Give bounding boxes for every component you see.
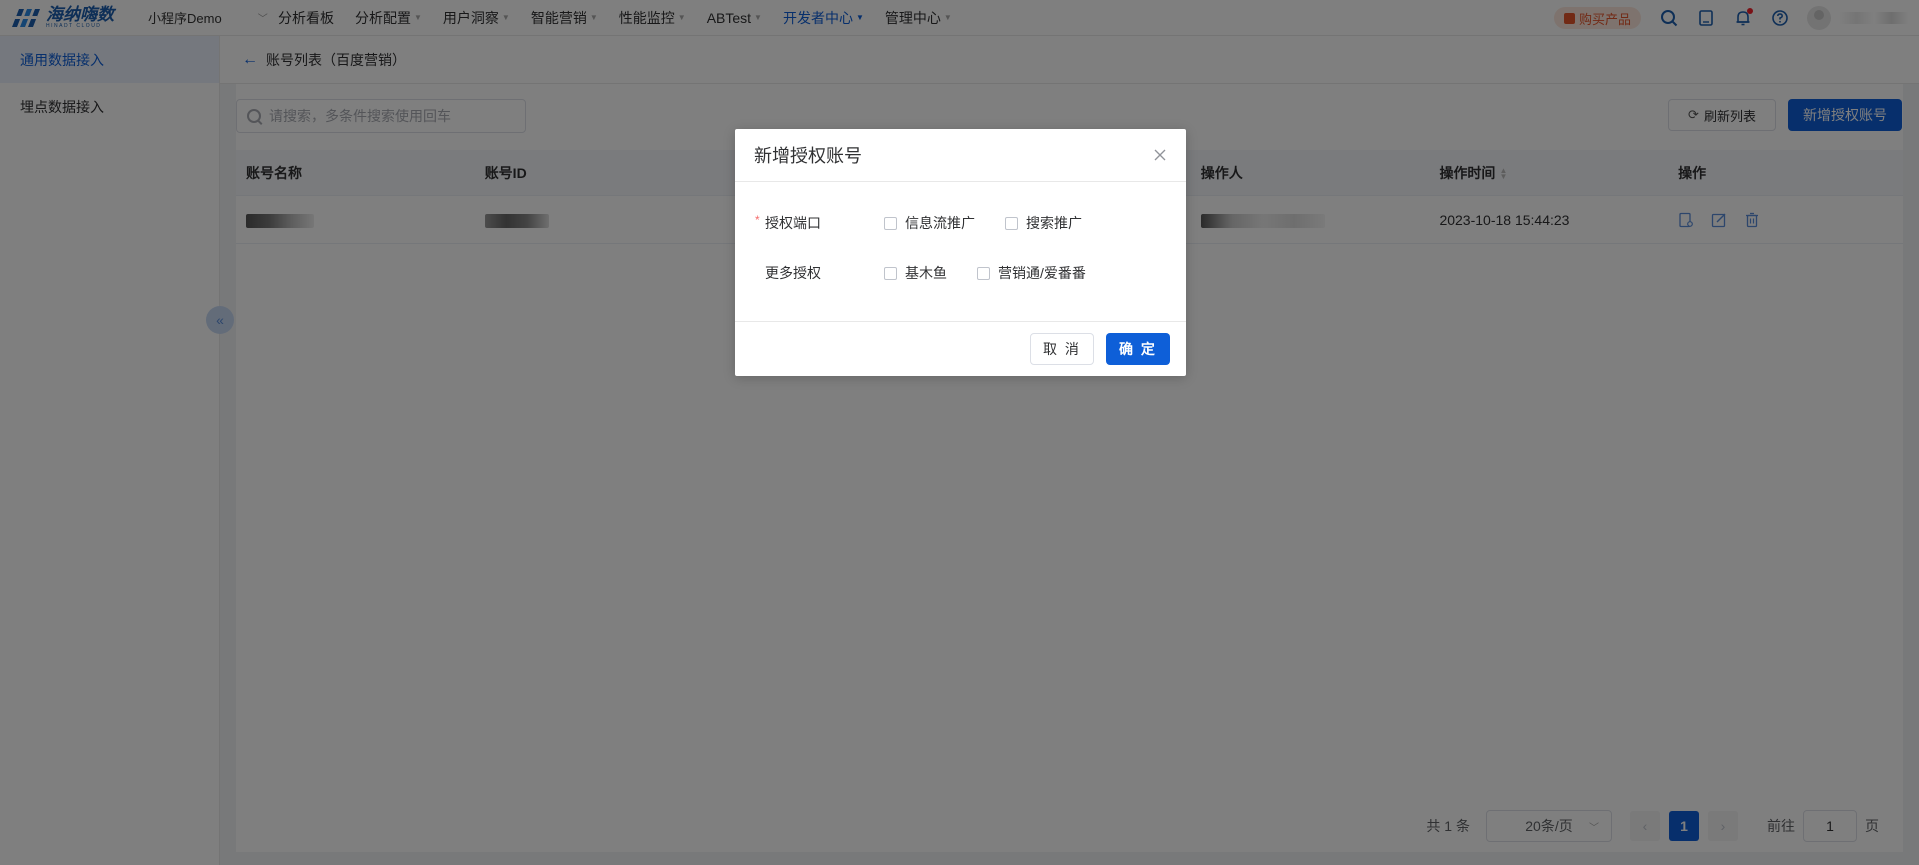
- add-auth-account-dialog: 新增授权账号 授权端口 信息流推广 搜索推广更多授权 基木鱼 营销通/爱番番 取 消 确…: [735, 129, 1186, 376]
- confirm-button[interactable]: 确 定: [1106, 332, 1170, 365]
- checkbox-label: 信息流推广: [905, 215, 975, 231]
- form-label: 授权端口: [755, 213, 884, 233]
- checkbox-box[interactable]: [884, 216, 897, 230]
- close-icon[interactable]: [1154, 149, 1166, 161]
- cancel-button[interactable]: 取 消: [1030, 332, 1094, 365]
- checkbox-option[interactable]: 信息流推广: [884, 213, 975, 233]
- checkbox-option[interactable]: 营销通/爱番番: [977, 263, 1086, 283]
- checkbox-box[interactable]: [884, 266, 897, 280]
- checkbox-box[interactable]: [1005, 216, 1018, 230]
- dialog-title: 新增授权账号: [754, 146, 862, 166]
- checkbox-option[interactable]: 搜索推广: [1005, 213, 1082, 233]
- form-row: 更多授权 基木鱼 营销通/爱番番: [735, 248, 1186, 298]
- checkbox-label: 基木鱼: [905, 265, 947, 281]
- dialog-body: 授权端口 信息流推广 搜索推广更多授权 基木鱼 营销通/爱番番: [735, 182, 1186, 322]
- checkbox-box[interactable]: [977, 266, 990, 280]
- checkbox-option[interactable]: 基木鱼: [884, 263, 947, 283]
- checkbox-label: 搜索推广: [1026, 215, 1082, 231]
- form-label: 更多授权: [765, 265, 821, 281]
- form-row: 授权端口 信息流推广 搜索推广: [735, 198, 1186, 248]
- checkbox-label: 营销通/爱番番: [998, 265, 1086, 281]
